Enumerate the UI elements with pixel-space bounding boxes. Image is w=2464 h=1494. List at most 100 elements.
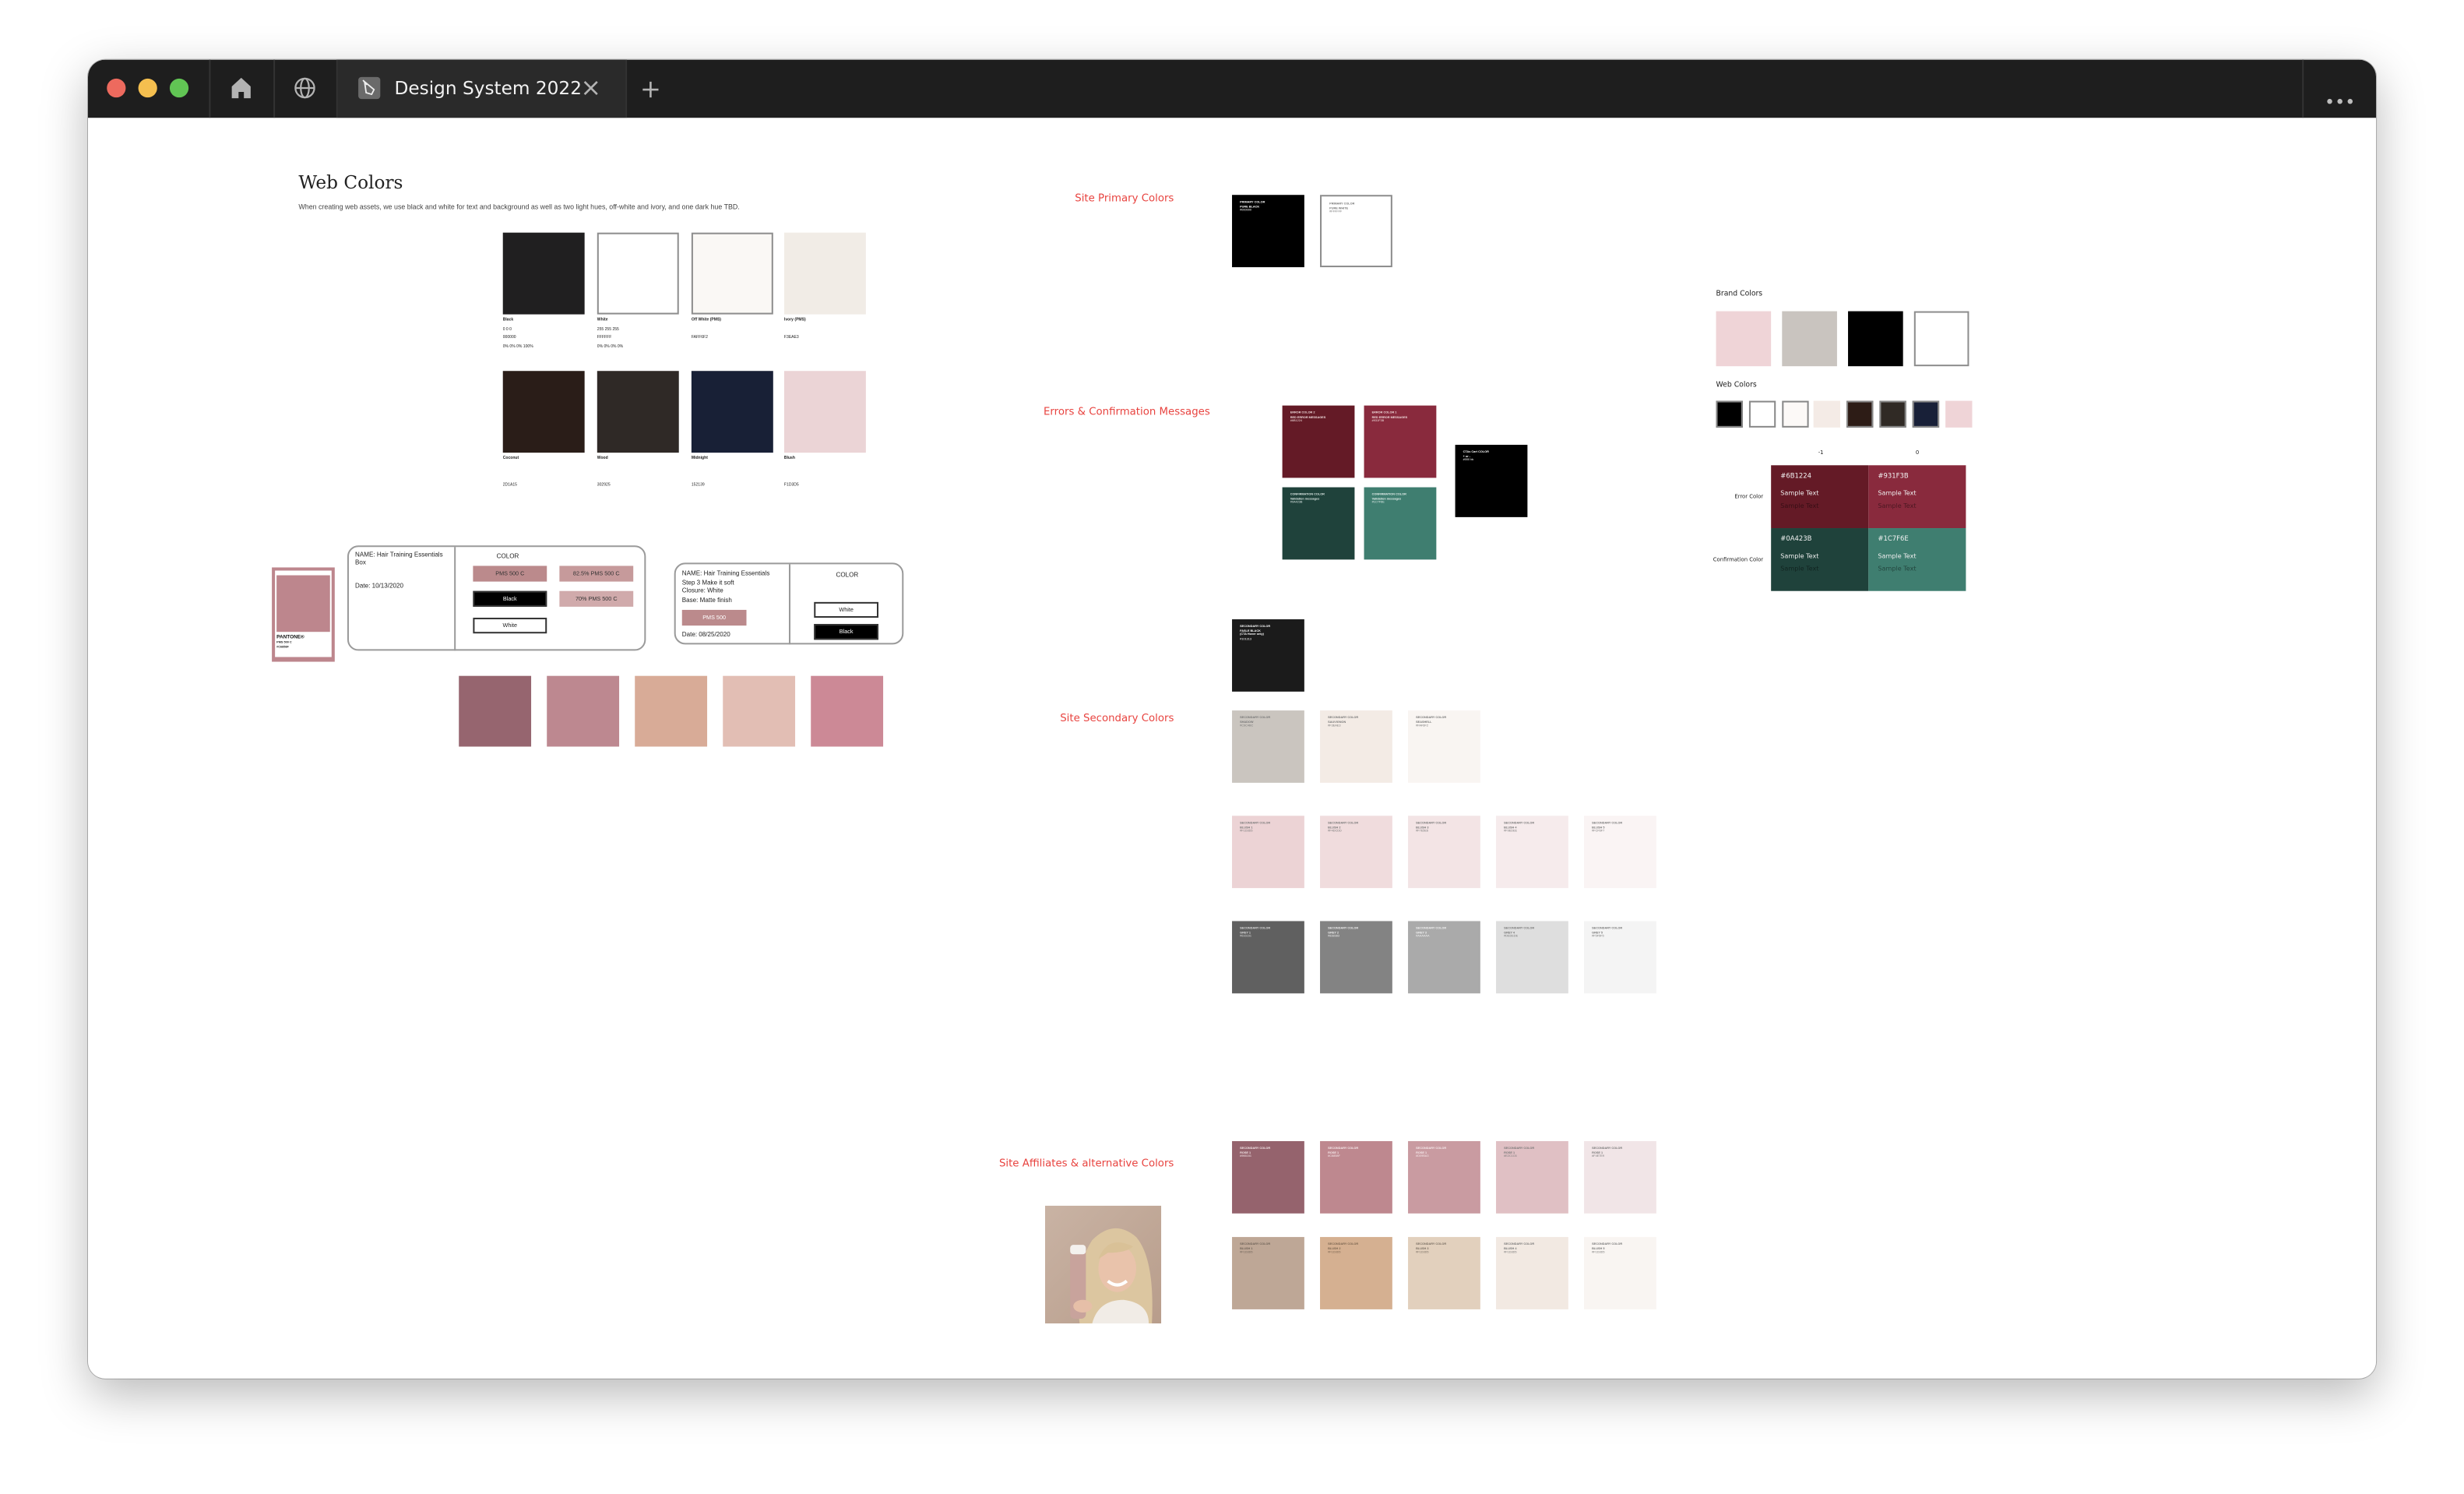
sample-text-light: Sample Text [1878,551,1917,560]
color-chip[interactable]: PMS 500 C [473,566,547,582]
color-card[interactable]: SECONDARY COLOR FASLE BLACK (CTA Hover onl… [1232,619,1304,692]
minimize-window-button[interactable] [138,78,157,98]
color-card[interactable]: SECONDARY COLOR BLUSH 2 #F4DCDD [1320,816,1392,889]
home-icon[interactable] [231,77,252,107]
color-card[interactable]: SECONDARY COLOR GREY 1 #616161 [1232,921,1304,994]
color-chip[interactable]: PMS 500 [681,609,747,626]
product-detail: Step 3 Make it soft [681,577,734,586]
color-card-text: #F4DCDD [1328,830,1342,833]
rose-swatch[interactable] [811,675,884,747]
color-card-text: #F7E5E6 [1416,830,1429,833]
color-chip[interactable]: White [473,618,547,634]
color-swatch[interactable] [502,371,585,453]
color-card-text: #6B1224 [1290,420,1302,424]
color-card[interactable]: ERROR COLOR 2 RED ERROR MESSAGES #6B1224 [1282,405,1355,478]
color-card[interactable]: SECONDARY COLOR ROSE 1 #C6858F [1320,1140,1392,1214]
rose-swatch[interactable] [459,675,532,747]
color-card[interactable]: SECONDARY COLOR GREY 3 #AAAAAA [1408,921,1480,994]
rose-swatch[interactable] [723,675,796,747]
color-swatch[interactable] [691,371,773,453]
web-color-swatch[interactable] [1781,400,1808,428]
color-card[interactable]: SECONDARY COLOR GREY 5 #F5F5F5 [1584,921,1656,994]
color-swatch[interactable] [783,371,866,453]
swatch-value: F1D3D5 [783,481,799,487]
color-swatch[interactable] [597,232,679,315]
color-chip[interactable]: Black [814,624,879,640]
pantone-swatch [276,575,330,632]
color-card[interactable]: CTAs Cart COLOR + or - #000 bk [1455,445,1528,517]
color-card[interactable]: SECONDARY COLOR BLUSH 3 #F1D3D5 [1408,1237,1480,1309]
brand-color-swatch[interactable] [1716,311,1772,367]
color-card[interactable]: SECONDARY COLOR BLUSH 4 #F9EDEE [1496,816,1568,889]
color-swatch[interactable] [783,232,866,315]
sample-text-dark: Sample Text [1780,563,1819,572]
color-card-text: #FCF6F7 [1592,830,1605,833]
web-color-swatch[interactable] [1748,400,1776,428]
color-chip[interactable]: 82.5% PMS 500 C [559,566,634,582]
pantone-chip[interactable]: PANTONE® PMS 500 C #C6858F [272,567,335,662]
tab-design-system-2022[interactable]: Design System 2022 [337,59,626,118]
color-card[interactable]: CONFIRMATION COLOR Validation messages #0A… [1282,487,1355,560]
design-canvas[interactable]: Web Colors When creating web assets, we u… [88,118,2377,1379]
color-card[interactable]: SECONDARY COLOR BLUSH 1 #F1D3D5 [1232,1237,1304,1309]
rose-swatch[interactable] [635,675,708,747]
close-icon[interactable] [583,77,599,105]
color-card[interactable]: SECONDARY COLOR ROSE 1 #E2C1C6 [1496,1140,1568,1214]
color-swatch[interactable] [597,371,679,453]
contrast-cell[interactable]: #931F3B Sample Text Sample Text [1868,465,1966,529]
maximize-window-button[interactable] [169,78,189,98]
color-card[interactable]: SECONDARY COLOR GREY 4 #DEDEDE [1496,921,1568,994]
color-card-text: #000 bk [1463,459,1474,463]
color-card[interactable]: SECONDARY COLOR BLUSH 5 #F1D3D5 [1584,1237,1656,1309]
swatch-value: 0% 0% 0% 0% [597,343,624,348]
web-color-swatch[interactable] [1945,400,1972,428]
rose-swatch[interactable] [547,675,620,747]
contrast-cell[interactable]: #1C7F6E Sample Text Sample Text [1868,528,1966,591]
contrast-cell[interactable]: #0A423B Sample Text Sample Text [1771,528,1869,591]
app-window: Design System 2022 Web Colors When creati… [88,59,2377,1379]
globe-icon[interactable] [294,77,315,107]
web-color-swatch[interactable] [1912,400,1939,428]
color-heading: COLOR [836,570,859,579]
brand-color-swatch[interactable] [1782,311,1837,367]
color-card[interactable]: SECONDARY COLOR SAUVIGNON #F3EAE3 [1320,710,1392,783]
web-color-swatch[interactable] [1846,400,1874,428]
color-chip[interactable]: Black [473,590,547,607]
web-color-swatch[interactable] [1716,400,1743,428]
color-card[interactable]: ERROR COLOR 1 RED ERROR MESSAGES #931F3B [1364,405,1437,478]
title-bar: Design System 2022 [88,59,2377,118]
color-card[interactable]: PRIMARY COLOR PURE WHITE #FFFFFF [1320,195,1392,268]
color-card[interactable]: SECONDARY COLOR SEASHELL #FAF6F2 [1408,710,1480,783]
swatch-name: Midnight [691,456,708,461]
color-swatch[interactable] [502,232,585,315]
color-card[interactable]: SECONDARY COLOR ROSE 1 #966161 [1232,1140,1304,1214]
color-card[interactable]: SECONDARY COLOR GREY 2 #838383 [1320,921,1392,994]
plus-icon[interactable] [641,79,660,107]
color-card[interactable]: CONFIRMATION COLOR Validation messages #1C… [1364,487,1437,560]
screen: Design System 2022 Web Colors When creati… [0,0,2464,1493]
color-chip[interactable]: 70% PMS 500 C [559,590,634,607]
color-card[interactable]: SECONDARY COLOR BLUSH 5 #FCF6F7 [1584,816,1656,889]
color-card[interactable]: SECONDARY COLOR ROSE 1 #F4E7E9 [1584,1140,1656,1214]
contrast-cell[interactable]: #6B1224 Sample Text Sample Text [1771,465,1869,529]
more-icon[interactable] [2325,85,2353,113]
cell-hex: #0A423B [1780,534,1812,543]
divider [625,59,628,118]
affiliate-photo [1044,1205,1162,1324]
color-card[interactable]: SECONDARY COLOR BLUSH 3 #F7E5E6 [1408,816,1480,889]
color-card[interactable]: PRIMARY COLOR PURE BLACK #000000 [1232,195,1304,268]
color-card[interactable]: SECONDARY COLOR BLUSH 4 #F1D3D5 [1496,1237,1568,1309]
brand-color-swatch[interactable] [1848,311,1903,367]
brand-color-swatch[interactable] [1913,311,1969,367]
color-card[interactable]: SECONDARY COLOR SHADOW #C9C4BC [1232,710,1304,783]
color-card-text: #101313 [1240,637,1252,641]
web-color-swatch[interactable] [1814,400,1841,428]
color-swatch[interactable] [691,232,773,315]
sample-text-dark: Sample Text [1878,500,1917,509]
web-color-swatch[interactable] [1879,400,1906,428]
color-card[interactable]: SECONDARY COLOR BLUSH 2 #F1D3D5 [1320,1237,1392,1309]
color-card[interactable]: SECONDARY COLOR ROSE 1 #D09BA3 [1408,1140,1480,1214]
close-window-button[interactable] [107,78,126,98]
color-card[interactable]: SECONDARY COLOR BLUSH 1 #F1D3D5 [1232,816,1304,889]
color-chip[interactable]: White [814,601,879,618]
